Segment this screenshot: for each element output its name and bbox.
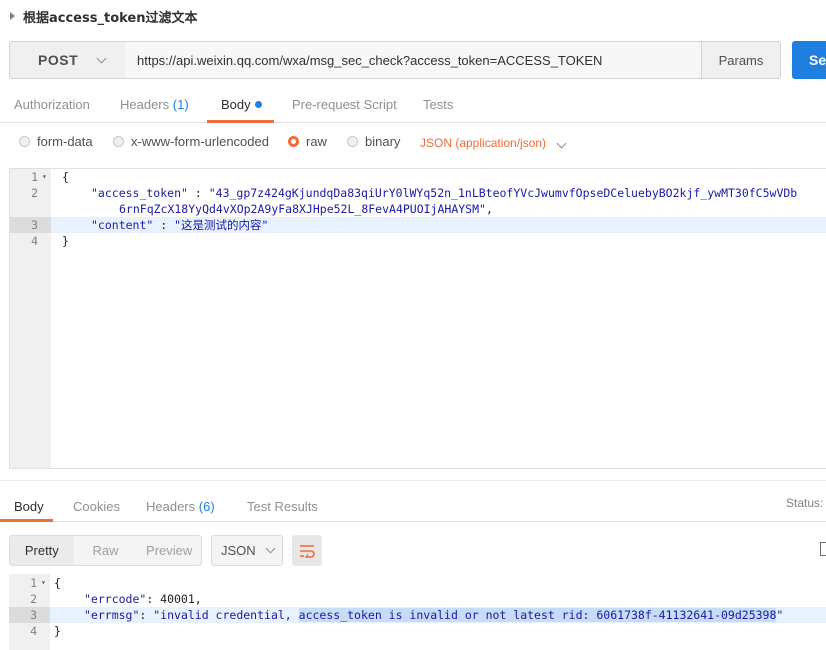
- json-key: "access_token": [91, 186, 188, 200]
- line-number: 3: [31, 218, 38, 232]
- tab-body[interactable]: Body: [221, 97, 262, 112]
- resp-tab-body[interactable]: Body: [14, 499, 44, 514]
- resp-tab-headers-label: Headers: [146, 499, 196, 514]
- request-title: 根据access_token过滤文本: [23, 10, 198, 26]
- response-tabs: Body Cookies Headers (6) Test Results St…: [0, 490, 826, 522]
- json-sep: :: [187, 186, 209, 200]
- chevron-down-icon: [96, 53, 107, 63]
- radio-binary[interactable]: binary: [347, 134, 400, 149]
- json-key: "content": [91, 218, 154, 232]
- code-line: }: [54, 624, 61, 638]
- tab-body-label: Body: [221, 97, 251, 112]
- radio-circle-icon: [113, 136, 124, 147]
- resp-tab-cookies[interactable]: Cookies: [73, 499, 120, 514]
- wrap-lines-icon: [300, 544, 315, 558]
- json-value: "这是测试的内容": [174, 218, 269, 232]
- radio-circle-icon: [347, 136, 358, 147]
- radio-label: form-data: [37, 134, 93, 149]
- response-body-viewer[interactable]: 1 ▾ 2 3 4 { "errcode": 40001, "errmsg": …: [9, 574, 826, 650]
- body-mode-options: form-data x-www-form-urlencoded raw bina…: [0, 126, 826, 160]
- wrap-lines-button[interactable]: [292, 535, 322, 566]
- fold-arrow-icon[interactable]: ▾: [42, 169, 47, 185]
- method-select[interactable]: POST: [9, 41, 126, 79]
- chevron-down-icon: [265, 543, 276, 554]
- json-key: "errcode": [84, 592, 147, 606]
- code-line: {: [62, 170, 69, 184]
- content-type-select[interactable]: JSON (application/json): [420, 136, 567, 150]
- json-number: : 40001,: [146, 592, 202, 606]
- code-line: "errmsg": "invalid credential, access_to…: [84, 607, 783, 623]
- tab-headers[interactable]: Headers (1): [120, 97, 189, 112]
- format-raw-button[interactable]: Raw: [74, 536, 138, 565]
- json-value-end: ": [776, 608, 784, 622]
- section-divider: [0, 480, 826, 481]
- radio-selected-icon: [288, 136, 299, 147]
- format-toggle-group: Pretty Raw Preview: [9, 535, 202, 566]
- active-tab-underline: [207, 120, 274, 123]
- line-number: 4: [30, 624, 37, 638]
- code-line: "access_token" : "43_gp7z424gKjundqDa83q…: [91, 185, 797, 201]
- tab-pre-request-script[interactable]: Pre-request Script: [292, 97, 397, 112]
- line-number: 4: [31, 234, 38, 248]
- line-number: 1: [30, 576, 37, 590]
- code-line: "content" : "这是测试的内容": [91, 217, 268, 233]
- response-format-select[interactable]: JSON: [211, 535, 283, 566]
- code-line: }: [62, 234, 69, 248]
- json-value: "43_gp7z424gKjundqDa83qiUrY0lWYq52n_1nLB…: [208, 186, 798, 200]
- radio-label: x-www-form-urlencoded: [131, 134, 269, 149]
- params-button[interactable]: Params: [701, 41, 781, 79]
- line-number: 2: [30, 592, 37, 606]
- radio-form-data[interactable]: form-data: [19, 134, 93, 149]
- line-number: 3: [30, 608, 37, 622]
- request-tabs: Authorization Headers (1) Body Pre-reque…: [0, 88, 826, 123]
- method-label: POST: [38, 52, 79, 68]
- code-line: {: [54, 576, 61, 590]
- request-title-row[interactable]: 根据access_token过滤文本: [0, 0, 826, 32]
- radio-label: binary: [365, 134, 401, 149]
- request-body-editor[interactable]: 1 ▾ 2 3 4 { "access_token" : "43_gp7z424…: [9, 168, 826, 469]
- chevron-down-icon: [556, 138, 567, 149]
- format-pretty-button[interactable]: Pretty: [10, 536, 74, 565]
- copy-icon[interactable]: [820, 542, 826, 556]
- json-sep: :: [153, 218, 175, 232]
- json-sep: :: [139, 608, 154, 622]
- tab-tests[interactable]: Tests: [423, 97, 453, 112]
- code-line-wrap: 6rnFqZcX18YyQd4vXOp2A9yFa8XJHpe52L_8FevA…: [119, 201, 493, 217]
- resp-tab-headers[interactable]: Headers (6): [146, 499, 215, 514]
- active-tab-underline: [0, 519, 53, 522]
- line-number: 1: [31, 170, 38, 184]
- send-button[interactable]: Se: [792, 41, 826, 79]
- tab-authorization[interactable]: Authorization: [14, 97, 90, 112]
- code-line: "errcode": 40001,: [84, 591, 202, 607]
- format-select-label: JSON: [221, 543, 256, 558]
- headers-count: (1): [172, 97, 189, 112]
- json-comma: ,: [485, 202, 493, 216]
- radio-raw[interactable]: raw: [288, 134, 327, 149]
- format-preview-button[interactable]: Preview: [137, 536, 201, 565]
- tab-headers-label: Headers: [120, 97, 170, 112]
- json-value-cont: 6rnFqZcX18YyQd4vXOp2A9yFa8XJHpe52L_8FevA…: [119, 202, 486, 216]
- radio-circle-icon: [19, 136, 30, 147]
- content-type-label: JSON (application/json): [420, 136, 547, 150]
- editor-gutter: [10, 169, 51, 468]
- json-key: "errmsg": [84, 608, 140, 622]
- status-label: Status:: [786, 496, 824, 510]
- selected-text: access_token is invalid or not latest ri…: [298, 608, 777, 622]
- json-value: "invalid credential,: [153, 608, 299, 622]
- caret-right-icon[interactable]: [10, 12, 15, 20]
- url-input[interactable]: https://api.weixin.qq.com/wxa/msg_sec_ch…: [125, 41, 702, 79]
- resp-tab-test-results[interactable]: Test Results: [247, 499, 318, 514]
- line-number: 2: [31, 186, 38, 200]
- radio-label: raw: [306, 134, 327, 149]
- fold-arrow-icon[interactable]: ▾: [41, 575, 46, 591]
- radio-urlencoded[interactable]: x-www-form-urlencoded: [113, 134, 269, 149]
- modified-dot-icon: [254, 101, 262, 108]
- resp-headers-count: (6): [198, 499, 215, 514]
